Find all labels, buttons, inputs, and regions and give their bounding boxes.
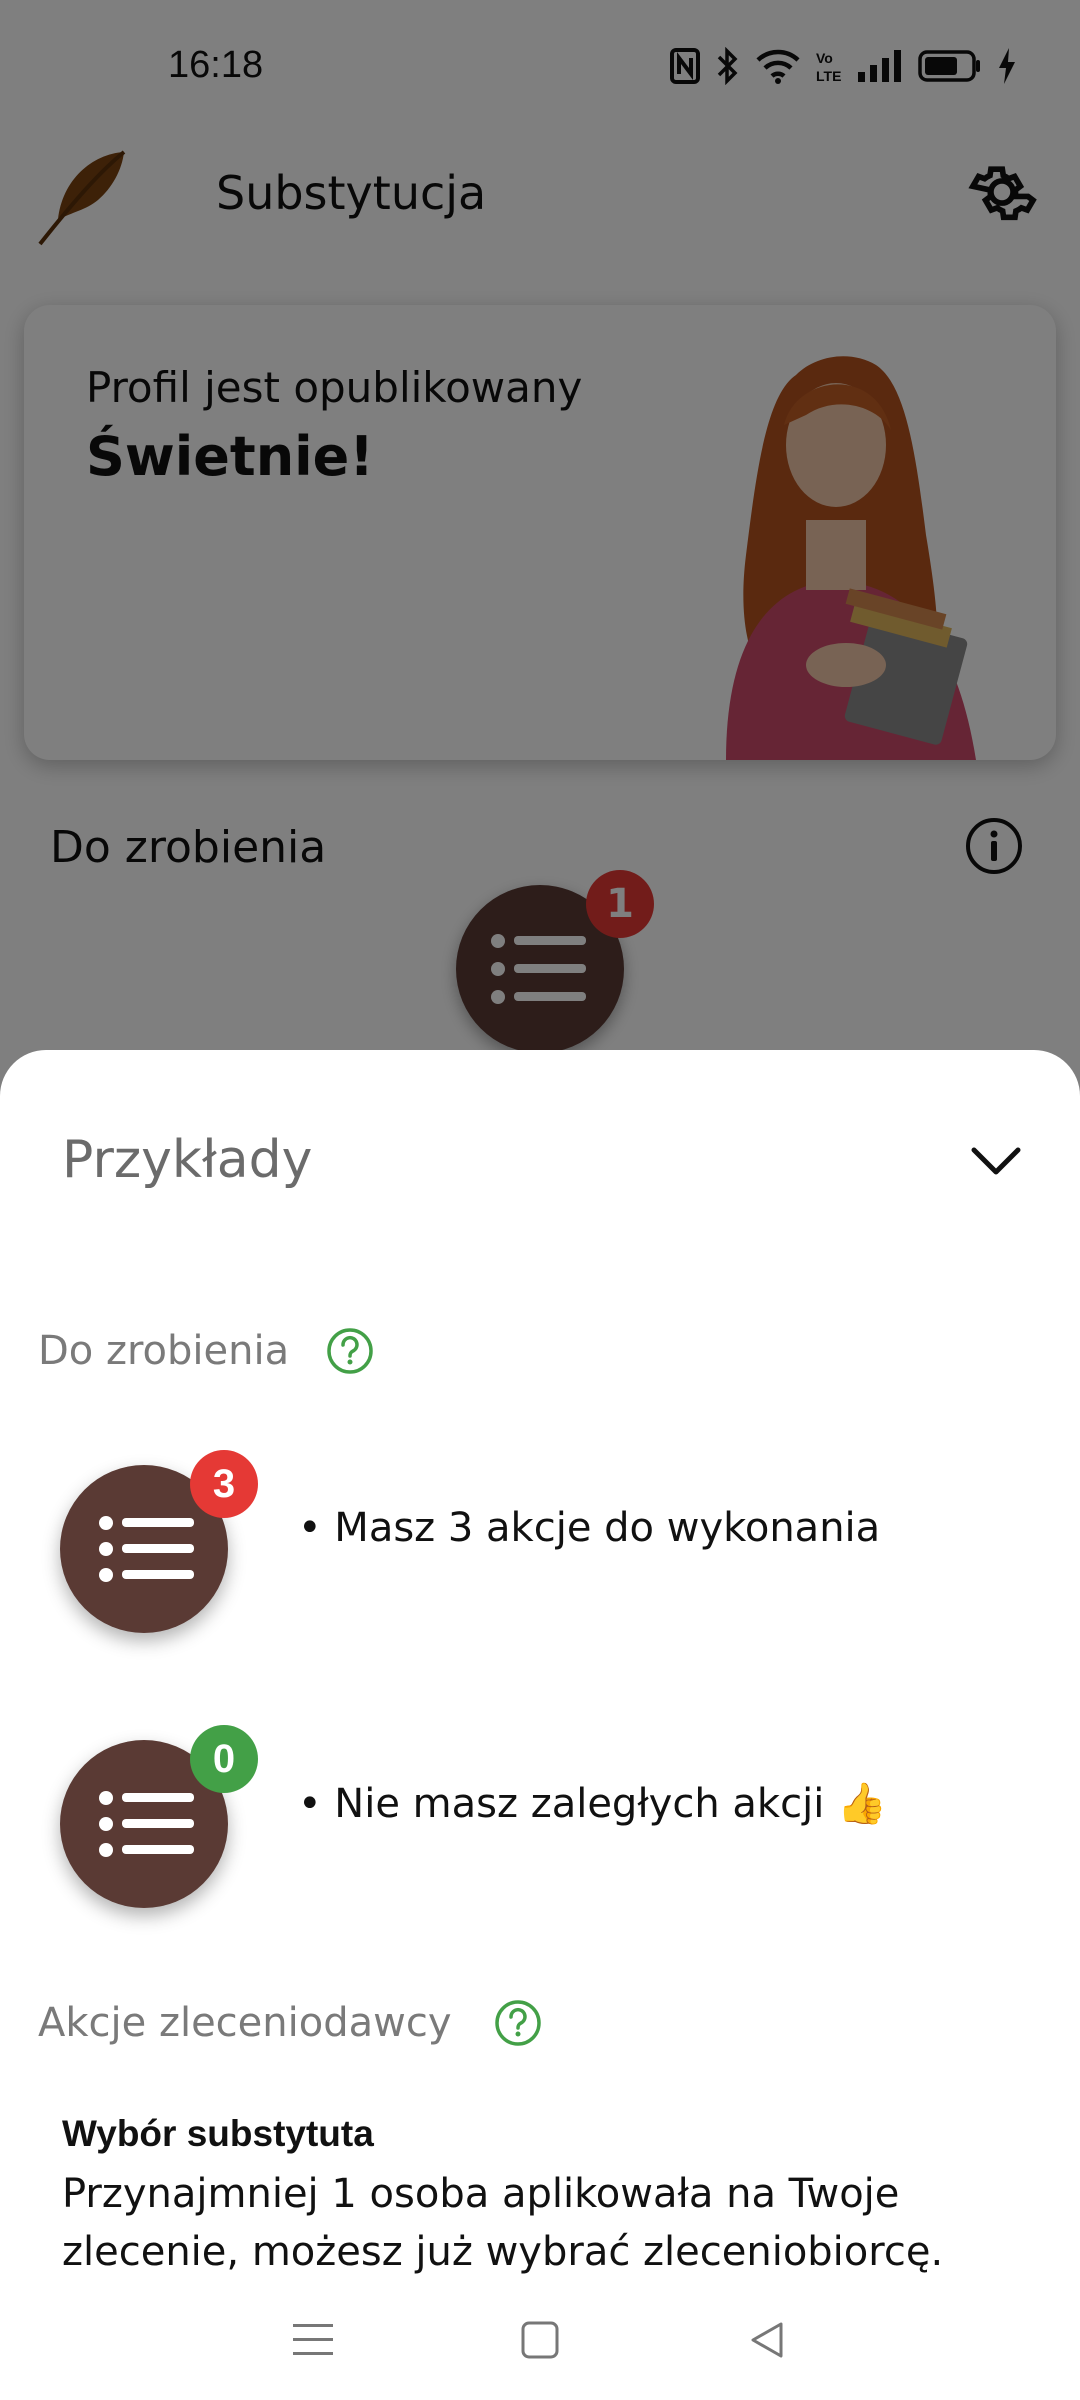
section-label-client-actions: Akcje zleceniodawcy xyxy=(38,2000,452,2046)
example-badge-pending: 3 xyxy=(190,1450,258,1518)
collapse-chevron-down-icon[interactable] xyxy=(964,1128,1028,1192)
action-description: Przynajmniej 1 osoba aplikowała na Twoje… xyxy=(62,2171,944,2275)
examples-bottom-sheet: Przykłady Do zrobienia 3 • Masz 3 akcje … xyxy=(0,1050,1080,2400)
sheet-title: Przykłady xyxy=(62,1130,313,1190)
back-triangle-icon[interactable] xyxy=(737,2310,797,2370)
help-icon-todo[interactable] xyxy=(325,1326,375,1376)
system-navigation-bar xyxy=(0,2280,1080,2400)
recent-apps-menu-icon[interactable] xyxy=(283,2310,343,2370)
example-text-pending: • Masz 3 akcje do wykonania xyxy=(298,1505,881,1551)
section-label-todo: Do zrobienia xyxy=(38,1328,290,1374)
help-icon-client-actions[interactable] xyxy=(493,1998,543,2048)
example-text-done: • Nie masz zaległych akcji 👍 xyxy=(298,1781,887,1827)
action-title: Wybór substytuta xyxy=(62,2113,374,2154)
example-badge-done: 0 xyxy=(190,1725,258,1793)
home-square-icon[interactable] xyxy=(510,2310,570,2370)
